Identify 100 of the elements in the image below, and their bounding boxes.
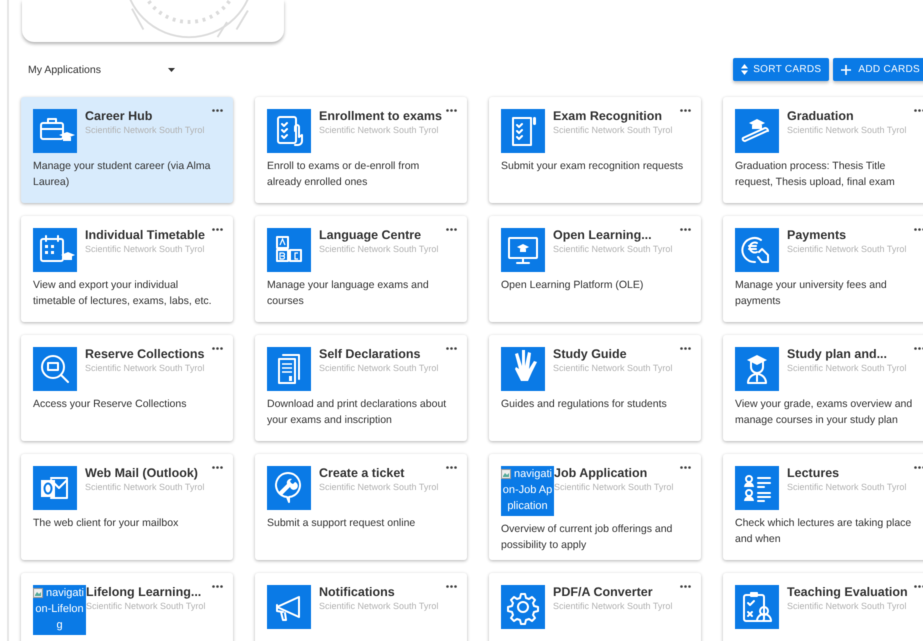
more-options-icon[interactable] bbox=[446, 585, 457, 588]
app-card[interactable]: navigation-Job Application Job Application Scientific Network South Tyrol Overview of current job offerings and possibility to apply bbox=[489, 454, 701, 560]
app-card[interactable]: navigation-Lifelong Lifelong Learning... Scientific Network South Tyrol bbox=[21, 573, 233, 641]
letter-blocks-icon bbox=[267, 228, 311, 272]
more-options-icon[interactable] bbox=[680, 585, 691, 588]
app-card[interactable]: Lectures Scientific Network South Tyrol Check which lectures are taking place and when bbox=[723, 454, 923, 560]
card-title: Career Hub bbox=[85, 108, 154, 124]
card-subtitle: Scientific Network South Tyrol bbox=[85, 482, 206, 492]
hand-icon bbox=[501, 347, 545, 391]
card-subtitle: Scientific Network South Tyrol bbox=[787, 482, 908, 492]
app-card[interactable]: Open Learning... Scientific Network South Tyrol Open Learning Platform (OLE) bbox=[489, 216, 701, 322]
app-card[interactable]: Study plan and... Scientific Network South Tyrol View your grade, exams overview and manage courses in your study plan bbox=[723, 335, 923, 441]
card-subtitle: Scientific Network South Tyrol bbox=[787, 363, 908, 373]
more-options-icon[interactable] bbox=[212, 585, 223, 588]
graduate-icon bbox=[735, 347, 779, 391]
card-subtitle: Scientific Network South Tyrol bbox=[319, 482, 440, 492]
app-card[interactable]: Enrollment to exams Scientific Network South Tyrol Enroll to exams or de-enroll from already enrolled ones bbox=[255, 97, 467, 203]
card-subtitle: Scientific Network South Tyrol bbox=[85, 125, 206, 135]
card-subtitle: Scientific Network South Tyrol bbox=[85, 363, 206, 373]
checklist-icon bbox=[267, 109, 311, 153]
card-subtitle: Scientific Network South Tyrol bbox=[787, 244, 908, 254]
card-description: Submit a support request online bbox=[267, 516, 416, 531]
app-card[interactable]: Language Centre Scientific Network South Tyrol Manage your language exams and courses bbox=[255, 216, 467, 322]
search-icon bbox=[33, 347, 77, 391]
more-options-icon[interactable] bbox=[212, 347, 223, 350]
card-subtitle: Scientific Network South Tyrol bbox=[319, 363, 440, 373]
add-cards-button[interactable]: ADD CARDS bbox=[833, 58, 923, 81]
card-title: Language Centre bbox=[319, 227, 422, 243]
card-title: Notifications bbox=[319, 584, 396, 600]
more-options-icon[interactable] bbox=[680, 109, 691, 112]
wrench-chat-icon bbox=[267, 466, 311, 510]
card-description: View and export your individual timetable of lectures, exams, labs, etc. bbox=[33, 278, 213, 309]
sort-icon bbox=[741, 64, 748, 75]
document-icon bbox=[501, 109, 545, 153]
card-title: Open Learning... bbox=[553, 227, 653, 243]
card-title: Reserve Collections bbox=[85, 346, 206, 362]
sort-cards-button[interactable]: SORT CARDS bbox=[733, 58, 830, 81]
app-card[interactable]: Notifications Scientific Network South Tyrol bbox=[255, 573, 467, 641]
more-options-icon[interactable] bbox=[914, 109, 923, 112]
card-description: Manage your language exams and courses bbox=[267, 278, 430, 309]
more-options-icon[interactable] bbox=[212, 466, 223, 469]
more-options-icon[interactable] bbox=[212, 109, 223, 112]
card-title: Graduation bbox=[787, 108, 855, 124]
app-card[interactable]: Individual Timetable Scientific Network South Tyrol View and export your individual timetable of lectures, exams, labs, etc. bbox=[21, 216, 233, 322]
card-title: Self Declarations bbox=[319, 346, 422, 362]
card-description: Submit your exam recognition requests bbox=[501, 159, 684, 174]
card-description: The web client for your mailbox bbox=[33, 516, 180, 531]
app-card[interactable]: PDF/A Converter Scientific Network South Tyrol bbox=[489, 573, 701, 641]
card-subtitle: Scientific Network South Tyrol bbox=[553, 125, 674, 135]
app-card[interactable]: Create a ticket Scientific Network South Tyrol Submit a support request online bbox=[255, 454, 467, 560]
card-title: Study plan and... bbox=[787, 346, 888, 362]
app-card[interactable]: Exam Recognition Scientific Network South Tyrol Submit your exam recognition requests bbox=[489, 97, 701, 203]
app-card[interactable]: Web Mail (Outlook) Scientific Network South Tyrol The web client for your mailbox bbox=[21, 454, 233, 560]
card-title: Enrollment to exams bbox=[319, 108, 443, 124]
graduation-cap-icon bbox=[735, 109, 779, 153]
app-card[interactable]: Career Hub Scientific Network South Tyrol Manage your student career (via Alma Laurea) bbox=[21, 97, 233, 203]
more-options-icon[interactable] bbox=[446, 466, 457, 469]
people-list-icon bbox=[735, 466, 779, 510]
calendar-icon bbox=[33, 228, 77, 272]
plus-icon bbox=[841, 64, 852, 74]
app-card[interactable]: Self Declarations Scientific Network South Tyrol Download and print declarations about your exams and inscription bbox=[255, 335, 467, 441]
documents-icon bbox=[267, 347, 311, 391]
card-description: Graduation process: Thesis Title request, Thesis upload, final exam bbox=[735, 159, 896, 190]
card-title: Web Mail (Outlook) bbox=[85, 465, 199, 481]
more-options-icon[interactable] bbox=[914, 347, 923, 350]
app-card[interactable]: Reserve Collections Scientific Network South Tyrol Access your Reserve Collections bbox=[21, 335, 233, 441]
card-title: Lifelong Learning... bbox=[86, 584, 202, 600]
card-subtitle: Scientific Network South Tyrol bbox=[553, 244, 674, 254]
card-subtitle: Scientific Network South Tyrol bbox=[553, 601, 674, 611]
card-title: Create a ticket bbox=[319, 465, 406, 481]
card-title: Teaching Evaluation bbox=[787, 584, 909, 600]
app-card[interactable]: Graduation Scientific Network South Tyrol Graduation process: Thesis Title request, Thesis upload, final exam bbox=[723, 97, 923, 203]
app-card[interactable]: Teaching Evaluation Scientific Network South Tyrol bbox=[723, 573, 923, 641]
more-options-icon[interactable] bbox=[914, 466, 923, 469]
card-description: Overview of current job offerings and possibility to apply bbox=[501, 522, 674, 553]
more-options-icon[interactable] bbox=[446, 109, 457, 112]
card-description: Open Learning Platform (OLE) bbox=[501, 278, 644, 293]
card-subtitle: Scientific Network South Tyrol bbox=[319, 244, 440, 254]
caret-icon bbox=[168, 68, 175, 72]
more-options-icon[interactable] bbox=[680, 347, 691, 350]
more-options-icon[interactable] bbox=[680, 466, 691, 469]
card-title: Lectures bbox=[787, 465, 840, 481]
more-options-icon[interactable] bbox=[680, 228, 691, 231]
more-options-icon[interactable] bbox=[212, 228, 223, 231]
card-description: Check which lectures are taking place and when bbox=[735, 516, 912, 547]
card-description: View your grade, exams overview and manage courses in your study plan bbox=[735, 397, 914, 428]
monitor-icon bbox=[501, 228, 545, 272]
card-subtitle: Scientific Network South Tyrol bbox=[787, 125, 908, 135]
clipboard-icon bbox=[735, 585, 779, 629]
euro-hand-icon bbox=[735, 228, 779, 272]
card-title: Study Guide bbox=[553, 346, 628, 362]
view-dropdown[interactable]: My Applications bbox=[28, 64, 175, 76]
more-options-icon[interactable] bbox=[446, 228, 457, 231]
more-options-icon[interactable] bbox=[914, 585, 923, 588]
app-card[interactable]: Study Guide Scientific Network South Tyrol Guides and regulations for students bbox=[489, 335, 701, 441]
card-description: Download and print declarations about your exams and inscription bbox=[267, 397, 448, 428]
more-options-icon[interactable] bbox=[914, 228, 923, 231]
app-card[interactable]: Payments Scientific Network South Tyrol Manage your university fees and payments bbox=[723, 216, 923, 322]
card-subtitle: Scientific Network South Tyrol bbox=[554, 482, 674, 492]
more-options-icon[interactable] bbox=[446, 347, 457, 350]
